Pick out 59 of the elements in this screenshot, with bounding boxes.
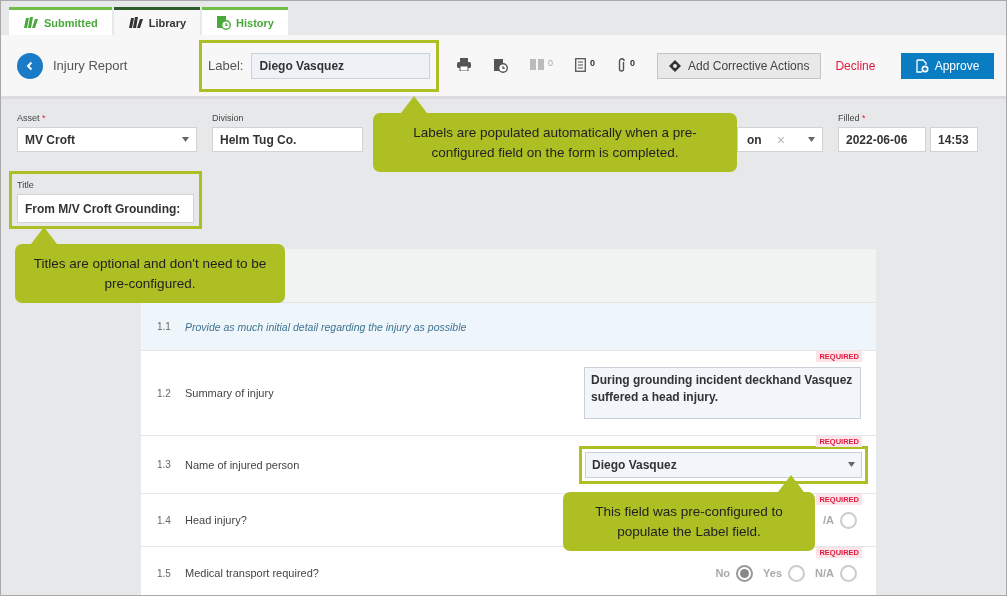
question-text: Medical transport required?	[185, 567, 319, 579]
label-caption: Label:	[208, 58, 244, 73]
label-field[interactable]: Diego Vasquez	[251, 52, 430, 79]
count-label: 0	[630, 58, 636, 68]
option-label: /A	[823, 514, 834, 526]
radio-button[interactable]	[788, 564, 806, 582]
add-corrective-actions-button[interactable]: Add Corrective Actions	[657, 52, 822, 79]
count-label: 0	[548, 58, 553, 68]
division-field[interactable]: Helm Tug Co.	[212, 127, 363, 152]
field-label: Filled	[838, 113, 860, 123]
history-icon	[493, 58, 508, 73]
caret-down-icon[interactable]	[808, 137, 815, 142]
question-text: Head injury?	[185, 514, 247, 526]
field-label: Division	[212, 113, 244, 123]
radio-button[interactable]	[840, 511, 857, 529]
field-label: Asset	[17, 113, 40, 123]
caret-down-icon[interactable]	[182, 137, 189, 142]
option-label: No	[715, 567, 731, 579]
field-label: Title	[17, 180, 35, 192]
question-number: 1.3	[157, 459, 172, 470]
books-icon	[23, 16, 39, 29]
question-number: 1.5	[157, 567, 172, 579]
count-label: 0	[590, 58, 596, 68]
asset-dropdown[interactable]: MV Croft	[17, 127, 197, 152]
option-label: N/A	[815, 567, 834, 579]
radio-button[interactable]	[736, 564, 754, 582]
title-field[interactable]: From M/V Croft Grounding:	[17, 194, 194, 223]
time-field[interactable]: 14:53	[930, 127, 978, 152]
tab[interactable]: Library	[113, 7, 201, 35]
document-plus-icon	[915, 58, 929, 73]
diamond-icon	[669, 59, 682, 72]
question-number: 1.2	[157, 387, 172, 399]
question-text: Provide as much initial detail regarding the injury as possible	[185, 320, 467, 333]
question-text: Name of injured person	[185, 458, 300, 471]
caret-down-icon[interactable]	[848, 462, 855, 467]
summary-textarea[interactable]: During grounding incident deckhand Vasquez suffered a head injury.	[584, 367, 861, 419]
option-label: Yes	[763, 567, 783, 579]
chevron-left-icon	[25, 60, 35, 71]
history-icon	[216, 15, 232, 30]
question-text: Summary of injury	[185, 387, 274, 399]
required-asterisk: *	[42, 113, 46, 123]
page-title: Injury Report	[53, 58, 129, 73]
radio-button[interactable]	[840, 564, 857, 582]
person-dropdown[interactable]: Diego Vasquez	[585, 451, 862, 478]
date-field[interactable]: 2022-06-06	[838, 127, 926, 152]
question-number: 1.4	[157, 514, 172, 526]
dropdown-field[interactable]: on	[737, 127, 823, 152]
paperclip-icon[interactable]	[617, 58, 627, 73]
decline-button[interactable]: Decline	[835, 58, 876, 73]
required-asterisk: *	[862, 113, 866, 123]
document-icon[interactable]	[575, 58, 586, 72]
question-number: 1.1	[157, 321, 172, 332]
books-icon	[127, 16, 144, 29]
callout: Titles are optional and don't need to be pre-configured.	[15, 227, 285, 304]
printer-icon[interactable]	[457, 58, 471, 71]
callout: This field was pre-configured to populate the Label field.	[563, 475, 815, 552]
back-button[interactable]	[17, 52, 43, 79]
approve-button[interactable]: Approve	[901, 52, 994, 79]
callout: Labels are populated automatically when a pre-configured field on the form is completed.	[373, 96, 737, 173]
